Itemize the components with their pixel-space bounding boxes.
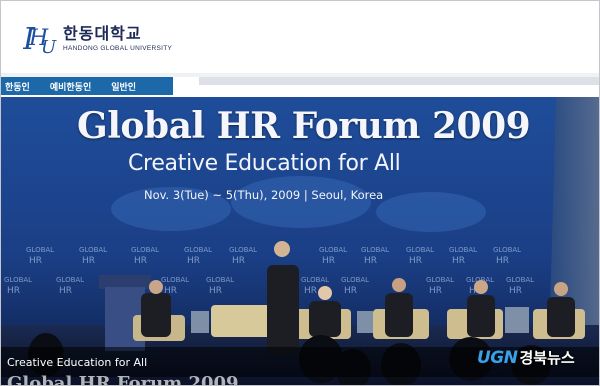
photo-caption: Creative Education for All	[7, 356, 148, 369]
logo-korean-name: 한동대학교	[63, 23, 142, 43]
svg-text:HR: HR	[134, 256, 147, 266]
logo-english-name: HANDONG GLOBAL UNIVERSITY	[63, 44, 173, 52]
svg-text:GLOBAL: GLOBAL	[206, 276, 234, 284]
nav-item-handong-students[interactable]: 한동인	[5, 80, 30, 93]
svg-text:GLOBAL: GLOBAL	[506, 276, 534, 284]
svg-text:HR: HR	[59, 286, 72, 296]
svg-text:HR: HR	[496, 256, 509, 266]
svg-text:HR: HR	[364, 256, 377, 266]
svg-text:GLOBAL: GLOBAL	[131, 246, 159, 254]
svg-text:GLOBAL: GLOBAL	[26, 246, 54, 254]
university-logo[interactable]: I H U 한동대학교 HANDONG GLOBAL UNIVERSITY	[23, 19, 172, 57]
svg-text:GLOBAL: GLOBAL	[301, 276, 329, 284]
svg-text:HR: HR	[232, 256, 245, 266]
svg-text:GLOBAL: GLOBAL	[426, 276, 454, 284]
svg-text:HR: HR	[29, 256, 42, 266]
nav-item-prospective-students[interactable]: 예비한동인	[50, 80, 91, 93]
svg-text:GLOBAL: GLOBAL	[79, 246, 107, 254]
nav-item-general-public[interactable]: 일반인	[111, 80, 136, 93]
svg-text:GLOBAL: GLOBAL	[229, 246, 257, 254]
page-frame: I H U 한동대학교 HANDONG GLOBAL UNIVERSITY GL…	[0, 0, 600, 386]
svg-text:HR: HR	[82, 256, 95, 266]
svg-text:HR: HR	[187, 256, 200, 266]
svg-text:GLOBAL: GLOBAL	[319, 246, 347, 254]
svg-text:GLOBAL: GLOBAL	[493, 246, 521, 254]
svg-text:HR: HR	[304, 286, 317, 296]
main-navigation: 한동인 예비한동인 일반인	[1, 77, 173, 95]
forum-date-location: Nov. 3(Tue) ~ 5(Thu), 2009 | Seoul, Kore…	[144, 188, 384, 202]
watermark-brand: UGN	[477, 348, 518, 368]
svg-text:HR: HR	[7, 286, 20, 296]
watermark-name: 경북뉴스	[519, 349, 575, 367]
svg-text:HR: HR	[344, 286, 357, 296]
svg-text:HR: HR	[452, 256, 465, 266]
forum-subtitle: Creative Education for All	[128, 151, 401, 176]
hgu-emblem-icon: I H U	[23, 22, 57, 57]
svg-text:HR: HR	[322, 256, 335, 266]
forum-title: Global HR Forum 2009	[77, 105, 531, 147]
svg-text:U: U	[41, 37, 57, 57]
svg-text:GLOBAL: GLOBAL	[406, 246, 434, 254]
svg-text:GLOBAL: GLOBAL	[161, 276, 189, 284]
header: I H U 한동대학교 HANDONG GLOBAL UNIVERSITY	[1, 1, 599, 73]
svg-text:GLOBAL: GLOBAL	[56, 276, 84, 284]
svg-text:GLOBAL: GLOBAL	[449, 246, 477, 254]
news-watermark: UGN 경북뉴스	[477, 347, 575, 368]
svg-text:GLOBAL: GLOBAL	[184, 246, 212, 254]
svg-text:GLOBAL: GLOBAL	[4, 276, 32, 284]
svg-text:HR: HR	[509, 286, 522, 296]
svg-text:HR: HR	[409, 256, 422, 266]
svg-text:GLOBAL: GLOBAL	[341, 276, 369, 284]
svg-text:HR: HR	[209, 286, 222, 296]
svg-text:HR: HR	[429, 286, 442, 296]
cropped-title-text: Global HR Forum 2009	[7, 373, 239, 386]
nav-background	[199, 77, 599, 85]
svg-text:GLOBAL: GLOBAL	[361, 246, 389, 254]
